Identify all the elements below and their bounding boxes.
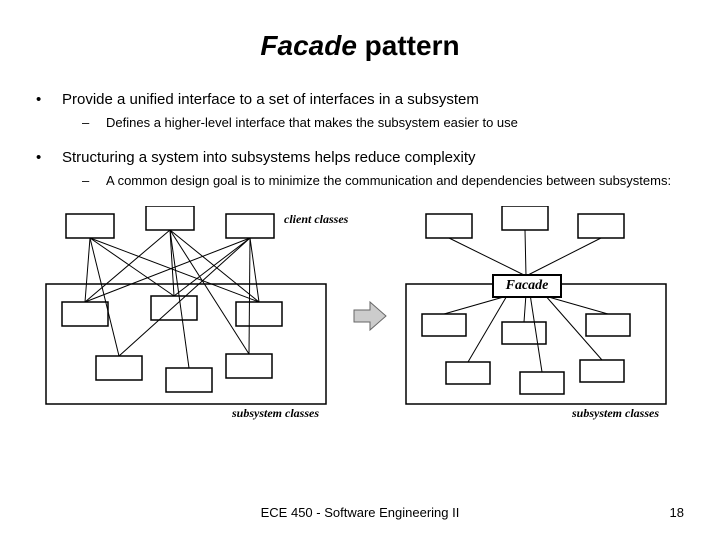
arrow-icon	[350, 298, 390, 338]
client-classes-label-left: client classes	[284, 212, 348, 227]
bullet-dot-icon: •	[36, 148, 62, 168]
dash-icon: –	[82, 172, 106, 190]
bullet-1-sub: – Defines a higher-level interface that …	[82, 114, 684, 132]
right-diagram-svg	[396, 206, 696, 426]
bullet-1-sub-text: Defines a higher-level interface that ma…	[106, 114, 518, 132]
bullet-dot-icon: •	[36, 90, 62, 110]
bullet-1-text: Provide a unified interface to a set of …	[62, 90, 479, 110]
facade-box: Facade	[492, 274, 562, 298]
subsystem-classes-label-right: subsystem classes	[572, 406, 659, 421]
bullet-2-sub-text: A common design goal is to minimize the …	[106, 172, 671, 190]
bullet-2: • Structuring a system into subsystems h…	[36, 148, 684, 168]
page-number: 18	[670, 505, 684, 520]
bullet-2-text: Structuring a system into subsystems hel…	[62, 148, 476, 168]
title-italic: Facade	[260, 30, 357, 61]
subsystem-classes-label-left: subsystem classes	[232, 406, 319, 421]
bullet-2-sub: – A common design goal is to minimize th…	[82, 172, 684, 190]
bullet-1: • Provide a unified interface to a set o…	[36, 90, 684, 110]
left-diagram-svg	[36, 206, 356, 426]
title-rest: pattern	[357, 30, 460, 61]
footer-center: ECE 450 - Software Engineering II	[0, 505, 720, 520]
dash-icon: –	[82, 114, 106, 132]
slide-title: Facade pattern	[36, 30, 684, 62]
diagram: client classes subsystem classes	[36, 206, 684, 426]
